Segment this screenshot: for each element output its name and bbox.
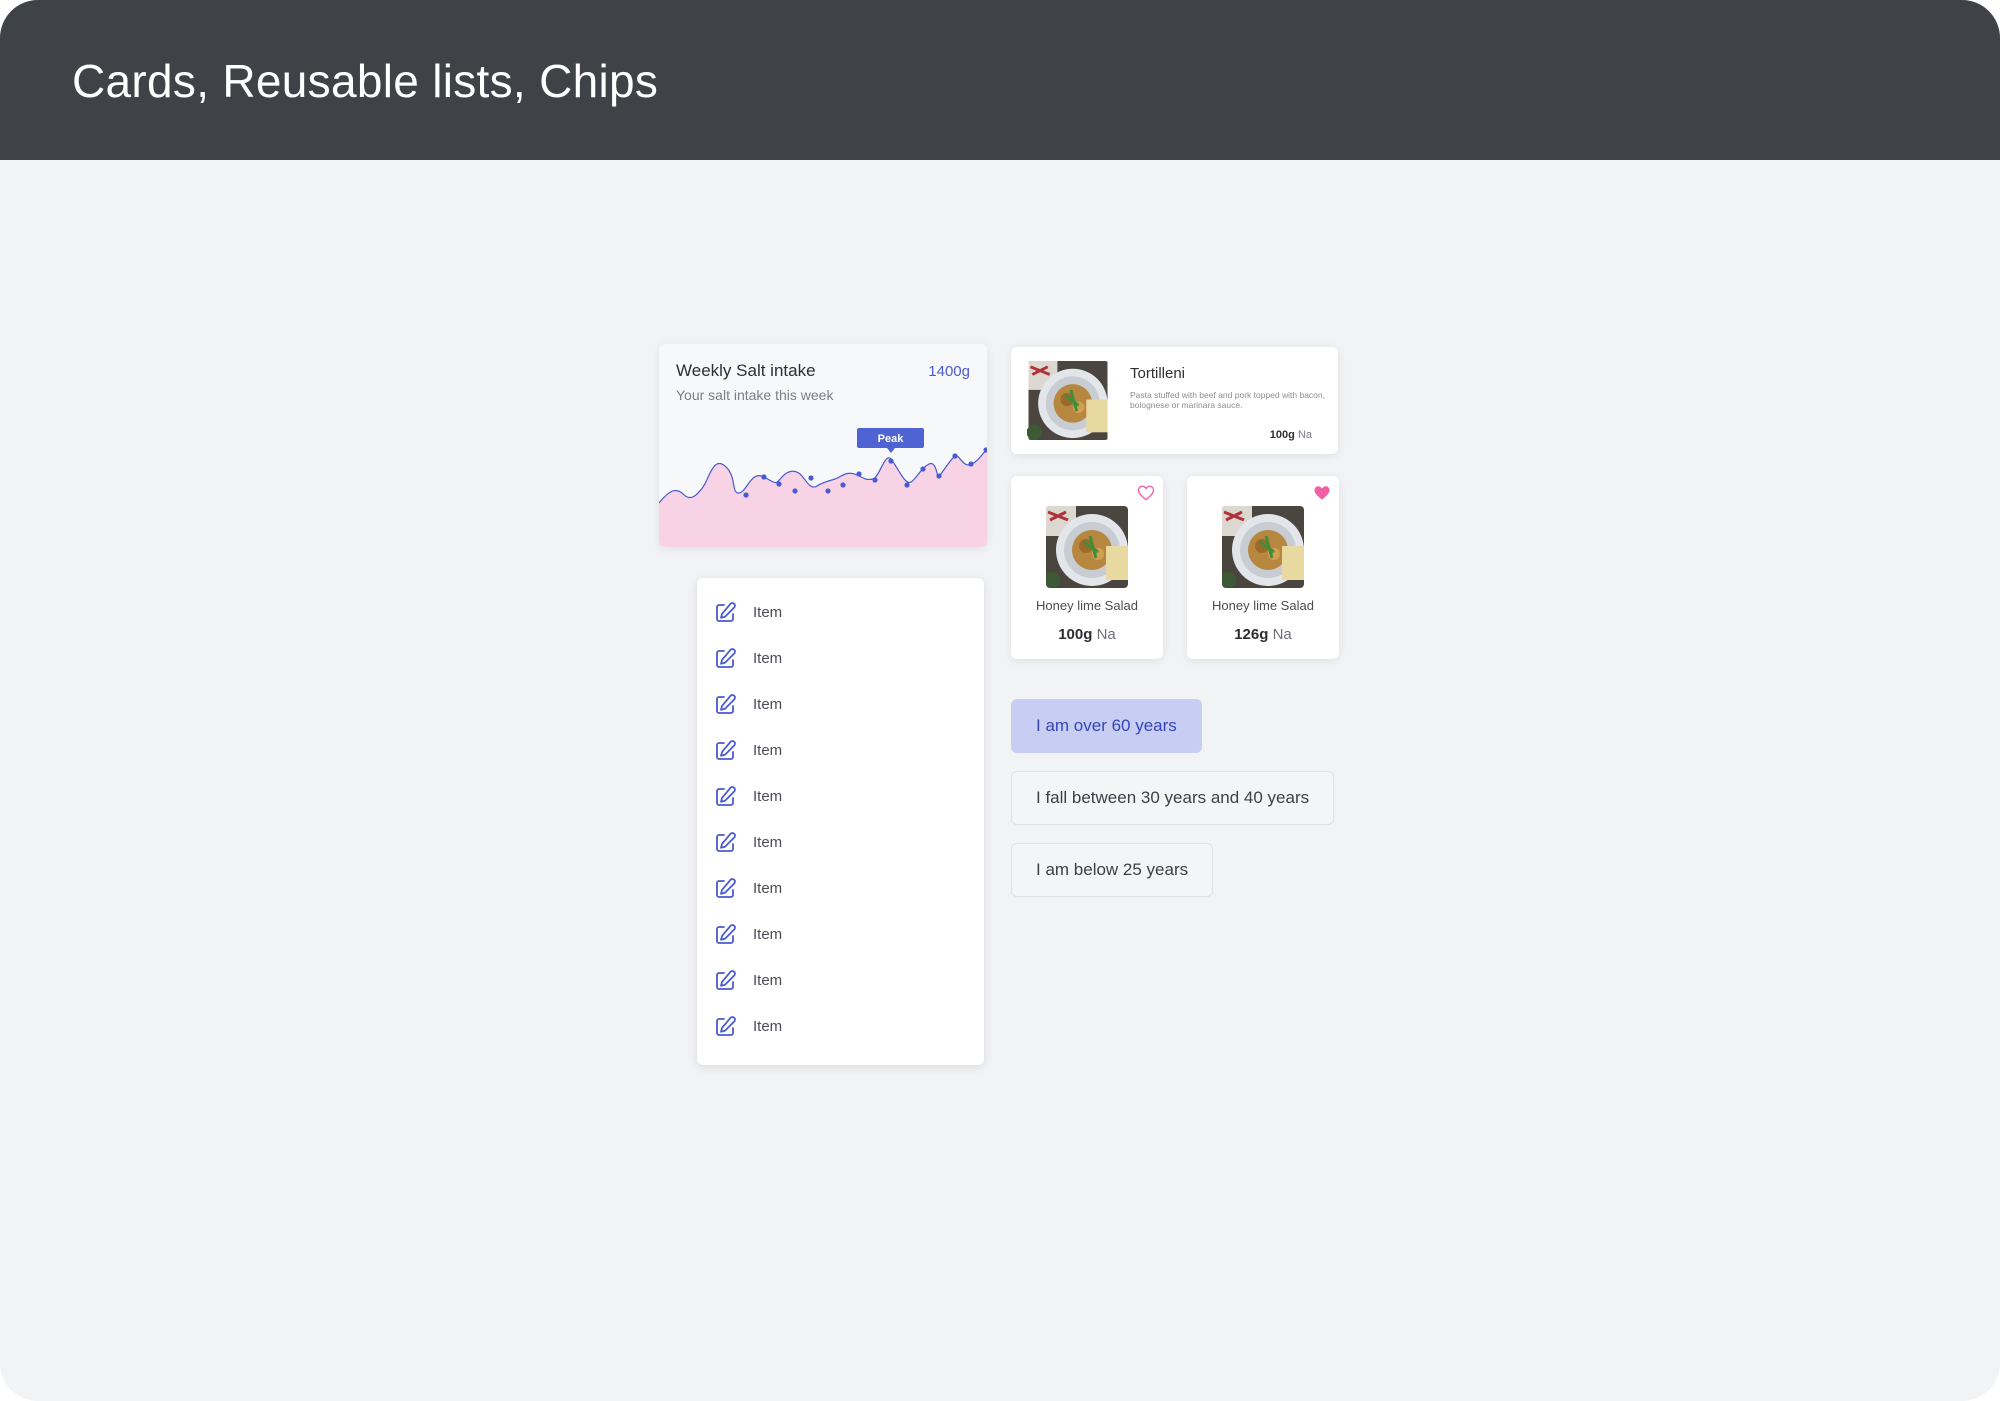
product-card[interactable]: Tortilleni Pasta stuffed with beef and p… — [1011, 347, 1338, 454]
chart-point — [952, 453, 958, 459]
edit-icon — [716, 970, 736, 990]
canvas: Cards, Reusable lists, Chips Peak Weekly… — [0, 0, 2000, 1401]
list-item-label: Item — [753, 604, 783, 621]
list-item[interactable]: Item — [697, 590, 984, 636]
chart-point — [808, 475, 814, 481]
list-item-label: Item — [753, 880, 783, 897]
list-item-label: Item — [753, 926, 783, 943]
chart-point — [761, 474, 767, 480]
salad-name: Honey lime Salad — [1036, 598, 1138, 613]
chart-point — [792, 488, 798, 494]
list-item-label: Item — [753, 1018, 783, 1035]
list-item[interactable]: Item — [697, 774, 984, 820]
chart-point — [904, 482, 910, 488]
header-bar: Cards, Reusable lists, Chips — [0, 0, 2000, 160]
salt-card-value: 1400g — [928, 363, 970, 380]
edit-icon — [716, 1016, 736, 1036]
peak-label: Peak — [878, 433, 905, 445]
chart-point — [856, 471, 862, 477]
list-item[interactable]: Item — [697, 636, 984, 682]
chip-over-60[interactable]: I am over 60 years — [1011, 699, 1202, 753]
edit-icon — [716, 878, 736, 898]
salad-sodium-unit: Na — [1096, 626, 1116, 643]
chart-point — [743, 492, 749, 498]
list-item[interactable]: Item — [697, 866, 984, 912]
salt-chart-area — [659, 450, 987, 547]
edit-icon — [716, 602, 736, 622]
chip-below-25[interactable]: I am below 25 years — [1011, 843, 1214, 897]
salad-sodium-amount: 126g — [1234, 626, 1269, 643]
chart-point — [968, 461, 974, 467]
salt-card-title: Weekly Salt intake — [676, 361, 816, 380]
salad-sodium: 100g Na — [1011, 626, 1163, 643]
edit-icon — [716, 924, 736, 944]
chart-point — [920, 466, 926, 472]
reusable-list: Item Item Item Item Item Item Item Item Item Item — [697, 578, 984, 1065]
edit-icon — [716, 740, 736, 760]
chart-point — [776, 481, 782, 487]
list-item[interactable]: Item — [697, 912, 984, 958]
list-item-label: Item — [753, 650, 783, 667]
list-item[interactable]: Item — [697, 820, 984, 866]
list-item[interactable]: Item — [697, 958, 984, 1004]
salt-card-subtitle: Your salt intake this week — [676, 387, 834, 403]
chart-point — [936, 473, 942, 479]
chip-30-to-40[interactable]: I fall between 30 years and 40 years — [1011, 771, 1335, 825]
salad-sodium-amount: 100g — [1058, 626, 1093, 643]
peak-tooltip: Peak — [857, 428, 924, 453]
product-sodium-unit: Na — [1297, 429, 1312, 441]
salad-sodium: 126g Na — [1187, 626, 1339, 643]
food-image — [1222, 506, 1304, 588]
edit-icon — [716, 648, 736, 668]
heart-filled-icon[interactable] — [1313, 484, 1331, 502]
product-description: Pasta stuffed with beef and pork topped … — [1130, 390, 1326, 410]
food-image — [1046, 506, 1128, 588]
salad-sodium-unit: Na — [1272, 626, 1292, 643]
list-item-label: Item — [753, 696, 783, 713]
chart-point — [872, 477, 878, 483]
salad-name: Honey lime Salad — [1212, 598, 1314, 613]
list-item[interactable]: Item — [697, 728, 984, 774]
edit-icon — [716, 786, 736, 806]
salad-card[interactable]: Honey lime Salad 126g Na — [1187, 476, 1339, 659]
chart-point — [840, 482, 846, 488]
list-item-label: Item — [753, 972, 783, 989]
product-name: Tortilleni — [1130, 365, 1186, 382]
product-sodium-amount: 100g — [1269, 429, 1295, 441]
product-sodium: 100g Na — [1270, 429, 1312, 441]
list-item-label: Item — [753, 834, 783, 851]
food-image — [1027, 361, 1109, 440]
list-item[interactable]: Item — [697, 1004, 984, 1050]
salt-intake-card[interactable]: Peak Weekly Salt intake 1400g Your salt … — [659, 344, 987, 547]
chart-point — [825, 488, 831, 494]
list-item[interactable]: Item — [697, 682, 984, 728]
chart-point-peak — [888, 458, 894, 464]
list-item-label: Item — [753, 788, 783, 805]
heart-outline-icon[interactable] — [1137, 484, 1155, 502]
page-title: Cards, Reusable lists, Chips — [72, 55, 659, 107]
edit-icon — [716, 694, 736, 714]
list-item-label: Item — [753, 742, 783, 759]
salad-card[interactable]: Honey lime Salad 100g Na — [1011, 476, 1163, 659]
edit-icon — [716, 832, 736, 852]
